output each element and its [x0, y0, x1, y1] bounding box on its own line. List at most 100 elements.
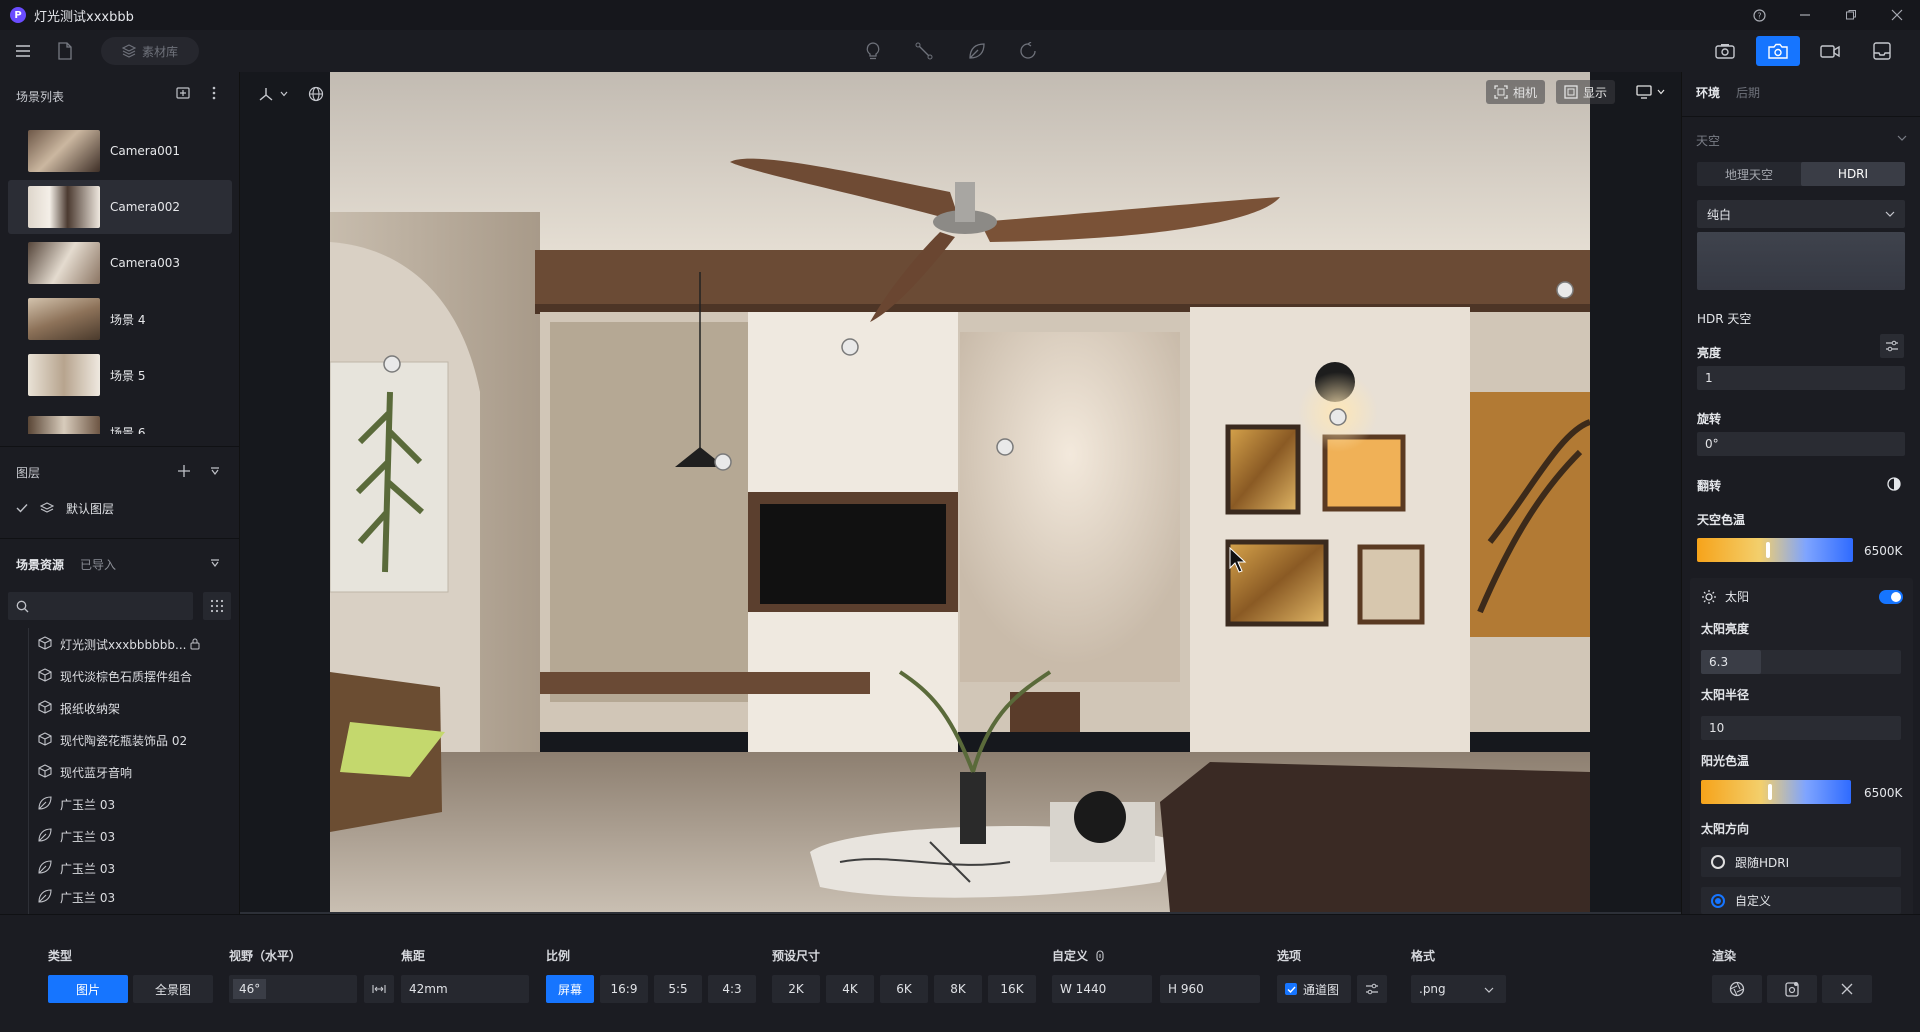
ratio-4-3-button[interactable]: 4:3 — [708, 975, 756, 1003]
sun-toggle[interactable] — [1879, 590, 1903, 604]
tab-scene-assets[interactable]: 场景资源 — [16, 556, 64, 573]
asset-search-input[interactable] — [8, 592, 193, 620]
list-item[interactable]: 报纸收纳架 — [38, 692, 120, 724]
tab-imported[interactable]: 已导入 — [80, 556, 116, 573]
rotation-input[interactable]: 0° — [1697, 432, 1905, 456]
sun-radius-input[interactable]: 10 — [1701, 716, 1901, 740]
view-options-button[interactable] — [1628, 80, 1673, 104]
render-snapshot-button[interactable] — [1767, 975, 1817, 1003]
add-layer-icon[interactable] — [177, 464, 191, 478]
type-panorama-button[interactable]: 全景图 — [133, 975, 213, 1003]
restore-icon[interactable] — [1828, 0, 1874, 30]
more-icon[interactable] — [212, 86, 216, 100]
collapse-icon[interactable] — [210, 466, 220, 476]
tab-environment[interactable]: 环境 — [1696, 84, 1720, 101]
close-icon[interactable] — [1874, 0, 1920, 30]
preset-4k-button[interactable]: 4K — [826, 975, 874, 1003]
scene-item[interactable]: 场景 6 — [8, 404, 232, 434]
fov-input[interactable]: 46° — [229, 975, 357, 1003]
sunlight-temp-slider[interactable] — [1701, 780, 1851, 804]
add-scene-icon[interactable] — [176, 86, 190, 100]
layers-icon — [40, 502, 54, 514]
list-item[interactable]: 广玉兰 03 — [38, 788, 115, 820]
tab-inbox[interactable] — [1860, 36, 1904, 66]
scene-item[interactable]: Camera003 — [8, 236, 232, 290]
sun-dir-custom[interactable]: 自定义 — [1701, 887, 1901, 914]
height-input[interactable]: H 960 — [1160, 975, 1260, 1003]
hdri-preview[interactable] — [1697, 232, 1905, 290]
chevron-down-icon — [1885, 211, 1895, 217]
list-item[interactable]: 广玉兰 03 — [38, 852, 115, 884]
minimize-icon[interactable] — [1782, 0, 1828, 30]
tab-scene-camera[interactable] — [1703, 36, 1747, 66]
sun-dir-follow-hdri[interactable]: 跟随HDRI — [1701, 847, 1901, 877]
slider-knob[interactable] — [1768, 784, 1772, 800]
menu-icon[interactable] — [9, 37, 37, 65]
camera-view-button[interactable]: 相机 — [1486, 80, 1546, 104]
preset-8k-button[interactable]: 8K — [934, 975, 982, 1003]
list-item[interactable]: 广玉兰 03 — [38, 882, 115, 912]
preset-16k-button[interactable]: 16K — [988, 975, 1036, 1003]
sun-brightness-slider[interactable]: 6.3 — [1701, 650, 1901, 674]
check-icon[interactable] — [1285, 983, 1297, 995]
help-icon[interactable]: ? — [1736, 0, 1782, 30]
preset-2k-button[interactable]: 2K — [772, 975, 820, 1003]
ratio-16-9-button[interactable]: 16:9 — [600, 975, 648, 1003]
contrast-icon[interactable] — [1887, 477, 1901, 491]
list-item[interactable]: 现代淡棕色石质摆件组合 — [38, 660, 192, 692]
light-bulb-icon[interactable] — [859, 37, 887, 65]
display-button[interactable]: 显示 — [1556, 80, 1616, 104]
render-preview[interactable] — [330, 72, 1590, 912]
material-library-button[interactable]: 素材库 — [101, 37, 199, 65]
leaf-tool-icon[interactable] — [963, 37, 991, 65]
list-item[interactable]: 现代蓝牙音响 — [38, 756, 132, 788]
focal-input[interactable]: 42mm — [401, 975, 529, 1003]
channel-checkbox[interactable]: 通道图 — [1277, 975, 1351, 1003]
sky-temp-slider[interactable] — [1697, 538, 1853, 562]
viewport[interactable]: 相机 显示 — [240, 72, 1681, 914]
format-select[interactable]: .png — [1411, 975, 1506, 1003]
rotate-icon[interactable] — [1014, 37, 1042, 65]
layer-item[interactable]: 默认图层 — [16, 498, 114, 518]
globe-icon[interactable] — [308, 86, 324, 102]
sky-preset-select[interactable]: 纯白 — [1697, 200, 1905, 228]
list-item[interactable]: 灯光测试xxxbbbbbb... — [38, 628, 200, 660]
tab-video[interactable] — [1808, 36, 1852, 66]
render-settings-button[interactable] — [1712, 975, 1762, 1003]
ratio-5-5-button[interactable]: 5:5 — [654, 975, 702, 1003]
options-settings-icon[interactable] — [1357, 975, 1387, 1003]
collapse-icon[interactable] — [210, 558, 220, 568]
lock-icon[interactable] — [190, 638, 200, 650]
sun-brightness-value: 6.3 — [1701, 650, 1761, 674]
scene-item[interactable]: 场景 5 — [8, 348, 232, 402]
radio-button[interactable] — [1711, 855, 1725, 869]
right-panel: 环境 后期 天空 地理天空 HDRI 纯白 HDR 天空 亮度 1 旋转 0° … — [1681, 72, 1920, 918]
sky-mode-geo[interactable]: 地理天空 — [1697, 162, 1801, 186]
chevron-down-icon[interactable] — [1897, 134, 1907, 142]
width-fit-icon[interactable] — [364, 975, 394, 1003]
adjust-icon[interactable] — [1880, 334, 1904, 358]
scene-item[interactable]: 场景 4 — [8, 292, 232, 346]
interior-scene — [330, 72, 1590, 912]
slider-knob[interactable] — [1766, 542, 1770, 558]
measure-icon[interactable] — [910, 37, 938, 65]
radio-button[interactable] — [1711, 893, 1725, 908]
list-item[interactable]: 广玉兰 03 — [38, 820, 115, 852]
options-label: 选项 — [1277, 949, 1302, 963]
axis-tool-button[interactable] — [258, 82, 288, 106]
grid-view-icon[interactable] — [203, 592, 231, 620]
document-icon[interactable] — [51, 37, 79, 65]
ratio-screen-button[interactable]: 屏幕 — [546, 975, 594, 1003]
width-input[interactable]: W 1440 — [1052, 975, 1152, 1003]
render-close-button[interactable] — [1822, 975, 1872, 1003]
scene-item[interactable]: Camera001 — [8, 124, 232, 178]
preset-6k-button[interactable]: 6K — [880, 975, 928, 1003]
sky-mode-hdri[interactable]: HDRI — [1801, 162, 1905, 186]
tab-photo-camera[interactable] — [1756, 36, 1800, 66]
list-item[interactable]: 现代陶瓷花瓶装饰品 02 — [38, 724, 187, 756]
brightness-input[interactable]: 1 — [1697, 366, 1905, 390]
type-image-button[interactable]: 图片 — [48, 975, 128, 1003]
scene-item[interactable]: Camera002 — [8, 180, 232, 234]
divider — [0, 538, 240, 539]
tab-post[interactable]: 后期 — [1736, 84, 1760, 101]
